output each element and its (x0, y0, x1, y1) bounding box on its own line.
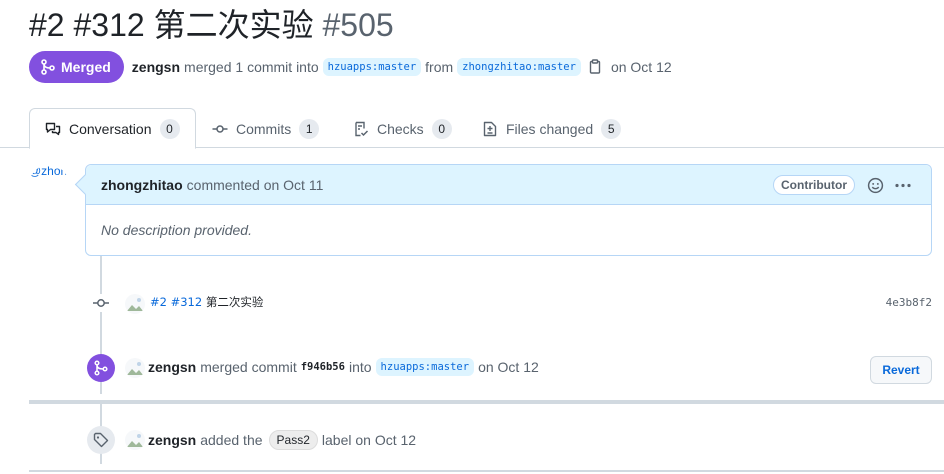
comment-author-link[interactable]: zhongzhitao (101, 177, 183, 193)
comment-action-text: commented on Oct 11 (186, 176, 324, 193)
git-commit-icon (212, 124, 228, 133)
timeline-separator (29, 400, 944, 404)
contributor-badge: Contributor (773, 175, 855, 195)
commit-sha-link[interactable]: 4e3b8f2 (886, 296, 932, 309)
comment-header: zhongzhitao commented on Oct 11 Contribu… (86, 165, 931, 205)
label-event: zengsn added the Pass2 label on Oct 12 (148, 430, 416, 450)
merge-action-text: merged commit (200, 359, 297, 375)
tab-conversation[interactable]: Conversation 0 (29, 108, 196, 149)
copy-icon[interactable] (587, 59, 603, 75)
kebab-horizontal-icon[interactable] (894, 177, 912, 194)
avatar[interactable]: @zhongzhitao (29, 165, 69, 205)
tab-label: Conversation (69, 120, 152, 137)
pr-number: #505 (322, 7, 394, 43)
tab-commits[interactable]: Commits 1 (197, 108, 334, 149)
pr-title: #2 #312 第二次实验 (29, 7, 314, 43)
pr-meta: Merged zengsn merged 1 commit into hzuap… (29, 51, 672, 83)
merge-action-text: merged 1 commit into (184, 59, 319, 75)
commit-message-text[interactable]: 第二次实验 (206, 295, 264, 309)
page-title: #2 #312 第二次实验 #505 (29, 4, 394, 46)
tag-icon (87, 426, 115, 454)
label-event-suffix: label on Oct 12 (321, 432, 417, 448)
into-text: into (348, 359, 372, 375)
merge-date: on Oct 12 (610, 59, 672, 75)
avatar-alt-text: @zhongzhitao (29, 165, 69, 178)
tab-counter: 0 (159, 118, 180, 139)
tab-label: Checks (377, 120, 424, 137)
tab-label: Files changed (506, 120, 594, 137)
smiley-icon[interactable] (867, 177, 884, 194)
merge-event-date: on Oct 12 (478, 359, 539, 375)
merge-commit-link[interactable]: f946b56 (301, 361, 345, 373)
merge-target-branch[interactable]: hzuapps:master (375, 358, 475, 376)
tab-counter: 1 (299, 118, 320, 139)
commit-message-ref[interactable]: #2 #312 (150, 295, 202, 309)
merge-event: zengsn merged commit f946b56 into hzuapp… (148, 358, 539, 376)
merged-state-badge: Merged (29, 51, 124, 83)
head-branch[interactable]: zhongzhitao:master (457, 58, 581, 76)
from-text: from (425, 59, 454, 75)
file-diff-icon (483, 121, 497, 136)
label-action-text: added the (200, 432, 263, 448)
merger-avatar[interactable] (125, 358, 145, 378)
git-commit-icon (91, 294, 111, 312)
checklist-icon (355, 121, 369, 136)
comment-body: No description provided. (101, 222, 252, 238)
merge-author-link[interactable]: zengsn (148, 359, 196, 375)
labeler-avatar[interactable] (125, 430, 145, 450)
git-merge-icon (41, 59, 55, 75)
tab-checks[interactable]: Checks 0 (338, 108, 467, 149)
merger-link[interactable]: zengsn (132, 59, 180, 75)
commit-row: #2 #312 第二次实验 (126, 294, 263, 310)
tab-files-changed[interactable]: Files changed 5 (467, 108, 636, 149)
commit-message-link[interactable]: #2 #312 第二次实验 (150, 294, 263, 310)
git-merge-icon (87, 354, 115, 382)
state-label: Merged (61, 59, 111, 75)
revert-button[interactable]: Revert (870, 356, 932, 384)
label-author-link[interactable]: zengsn (148, 432, 196, 448)
comment-discussion-icon (45, 122, 61, 135)
base-branch[interactable]: hzuapps:master (322, 58, 422, 76)
timeline-separator (29, 470, 944, 472)
tab-counter: 5 (601, 118, 622, 139)
tab-counter: 0 (431, 118, 452, 139)
tab-label: Commits (236, 120, 292, 137)
comment-box: zhongzhitao commented on Oct 11 Contribu… (85, 164, 932, 256)
pr-tabs: Conversation 0 Commits 1 Checks 0 Files … (0, 108, 944, 149)
label-pass2[interactable]: Pass2 (268, 430, 318, 450)
